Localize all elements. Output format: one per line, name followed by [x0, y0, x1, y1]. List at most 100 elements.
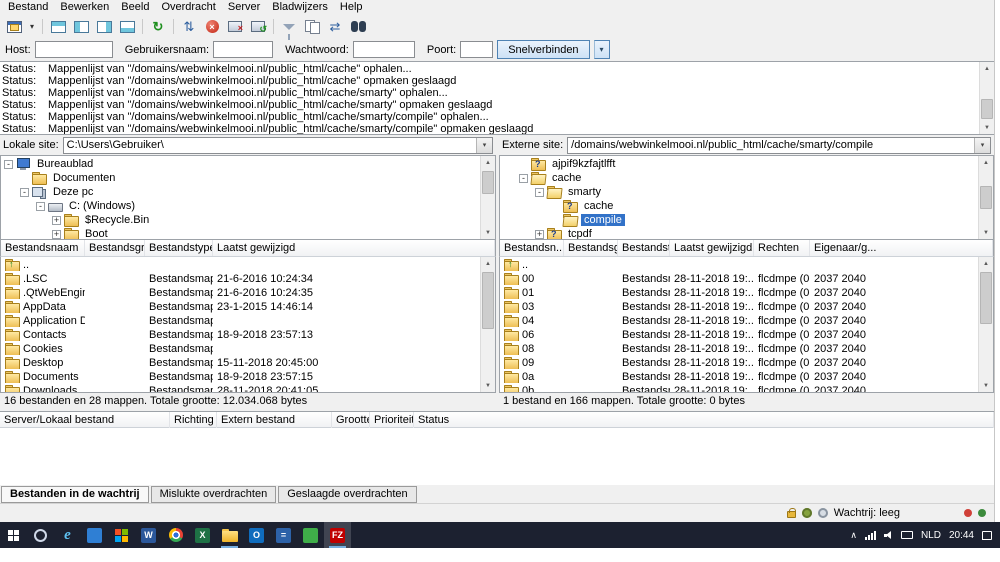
- scroll-thumb[interactable]: [482, 171, 494, 194]
- tree-item[interactable]: - cache: [500, 171, 993, 185]
- column-header-remote-file[interactable]: Extern bestand: [217, 411, 332, 428]
- scroll-track[interactable]: [481, 169, 495, 226]
- file-row[interactable]: 08 Bestandsm... 28-11-2018 19:... flcdmpe (…: [500, 342, 993, 356]
- expander-icon[interactable]: -: [519, 173, 528, 183]
- file-row[interactable]: 04 Bestandsm... 28-11-2018 19:... flcdmpe (…: [500, 314, 993, 328]
- tree-item[interactable]: ajpif9kzfajtlfft: [500, 157, 993, 171]
- quickconnect-button[interactable]: Snelverbinden: [497, 40, 590, 59]
- toggle-message-log-button[interactable]: [47, 17, 69, 37]
- port-input[interactable]: [460, 41, 494, 58]
- scroll-track[interactable]: [979, 169, 993, 226]
- file-row[interactable]: Downloads Bestandsmap 28-11-2018 20:41:05: [1, 384, 495, 392]
- gear-icon[interactable]: [801, 507, 812, 518]
- scroll-track[interactable]: [979, 270, 993, 379]
- remote-path-combo[interactable]: /domains/webwinkelmooi.nl/public_html/ca…: [567, 136, 991, 154]
- scroll-down-button[interactable]: [980, 121, 994, 134]
- tab-successful-transfers[interactable]: Geslaagde overdrachten: [278, 486, 417, 503]
- notification-center-icon[interactable]: [982, 530, 992, 540]
- local-tree-scrollbar[interactable]: [480, 156, 495, 239]
- file-row[interactable]: .LSC Bestandsmap 21-6-2016 10:24:34: [1, 272, 495, 286]
- password-input[interactable]: [352, 41, 415, 58]
- scroll-thumb[interactable]: [980, 272, 992, 325]
- column-header-modified[interactable]: Laatst gewijzigd: [213, 240, 495, 256]
- menu-server[interactable]: Server: [222, 0, 266, 15]
- taskbar-ms-apps[interactable]: [108, 522, 135, 548]
- taskbar-chrome[interactable]: [162, 522, 189, 548]
- file-row[interactable]: 01 Bestandsm... 28-11-2018 19:... flcdmpe (…: [500, 286, 993, 300]
- remote-files-scrollbar[interactable]: [978, 257, 993, 392]
- lock-icon[interactable]: [786, 507, 796, 518]
- menu-overdracht[interactable]: Overdracht: [155, 0, 221, 15]
- expander-icon[interactable]: -: [20, 187, 29, 197]
- expander-icon[interactable]: +: [535, 229, 544, 239]
- scroll-thumb[interactable]: [482, 272, 494, 329]
- file-row[interactable]: .QtWebEnginePr... Bestandsmap 21-6-2016 10…: [1, 286, 495, 300]
- tab-failed-transfers[interactable]: Mislukte overdrachten: [150, 486, 277, 503]
- username-input[interactable]: [213, 41, 274, 58]
- language-indicator[interactable]: NLD: [921, 530, 941, 541]
- tree-item[interactable]: + tcpdf: [500, 227, 993, 239]
- column-header-modified[interactable]: Laatst gewijzigd: [670, 240, 754, 256]
- menu-bewerken[interactable]: Bewerken: [54, 0, 115, 15]
- menu-beeld[interactable]: Beeld: [115, 0, 155, 15]
- site-manager-dropdown[interactable]: [26, 17, 38, 37]
- filter-button[interactable]: [278, 17, 300, 40]
- column-header-size[interactable]: Grootte: [332, 411, 370, 428]
- taskbar-internet-explorer[interactable]: e: [54, 522, 81, 548]
- scroll-up-button[interactable]: [481, 156, 495, 169]
- scroll-down-button[interactable]: [979, 379, 993, 392]
- taskbar-app-green[interactable]: [297, 522, 324, 548]
- scroll-thumb[interactable]: [980, 186, 992, 209]
- file-row[interactable]: ..: [1, 258, 495, 272]
- scroll-track[interactable]: [980, 75, 994, 121]
- taskbar-word[interactable]: W: [135, 522, 162, 548]
- remote-tree-scrollbar[interactable]: [978, 156, 993, 239]
- file-row[interactable]: ..: [500, 258, 993, 272]
- file-row[interactable]: Documents Bestandsmap 18-9-2018 23:57:15: [1, 370, 495, 384]
- file-row[interactable]: Application Data Bestandsmap: [1, 314, 495, 328]
- file-row[interactable]: 0a Bestandsm... 28-11-2018 19:... flcdmpe (…: [500, 370, 993, 384]
- quickconnect-dropdown[interactable]: [593, 40, 610, 59]
- synchronized-browsing-button[interactable]: [324, 17, 346, 37]
- column-header-type[interactable]: Bestandsty...: [618, 240, 670, 256]
- column-header-name[interactable]: Bestandsnaam: [1, 240, 85, 256]
- tray-chevron-icon[interactable]: [850, 529, 857, 541]
- chevron-down-icon[interactable]: [974, 137, 990, 153]
- expander-icon[interactable]: -: [36, 201, 45, 211]
- menu-bladwijzers[interactable]: Bladwijzers: [266, 0, 334, 15]
- start-button[interactable]: [0, 522, 27, 548]
- tree-item[interactable]: - smarty: [500, 185, 993, 199]
- menu-help[interactable]: Help: [334, 0, 369, 15]
- scroll-down-button[interactable]: [979, 226, 993, 239]
- tree-item[interactable]: Documenten: [1, 171, 495, 185]
- file-row[interactable]: Contacts Bestandsmap 18-9-2018 23:57:13: [1, 328, 495, 342]
- toggle-queue-button[interactable]: [116, 17, 138, 37]
- taskbar-filezilla[interactable]: FZ: [324, 522, 351, 548]
- expander-icon[interactable]: -: [535, 187, 544, 197]
- tree-item[interactable]: compile: [500, 213, 993, 227]
- refresh-button[interactable]: [147, 17, 169, 37]
- clock[interactable]: 20:44: [949, 530, 974, 541]
- site-manager-button[interactable]: [3, 17, 25, 37]
- network-icon[interactable]: [864, 530, 876, 540]
- expander-icon[interactable]: -: [4, 159, 13, 169]
- scroll-thumb[interactable]: [981, 98, 993, 119]
- scroll-up-button[interactable]: [980, 62, 994, 75]
- taskbar-outlook[interactable]: O: [243, 522, 270, 548]
- scroll-up-button[interactable]: [979, 156, 993, 169]
- taskbar-calculator[interactable]: =: [270, 522, 297, 548]
- tree-item[interactable]: + Boot: [1, 227, 495, 239]
- column-header-size[interactable]: Bestandsg...: [564, 240, 618, 256]
- host-input[interactable]: [34, 41, 113, 58]
- column-header-owner[interactable]: Eigenaar/g...: [810, 240, 993, 256]
- column-header-server-local[interactable]: Server/Lokaal bestand: [0, 411, 170, 428]
- menu-bestand[interactable]: Bestand: [2, 0, 54, 15]
- tree-item[interactable]: - Bureaublad: [1, 157, 495, 171]
- file-row[interactable]: 03 Bestandsm... 28-11-2018 19:... flcdmpe (…: [500, 300, 993, 314]
- toggle-local-tree-button[interactable]: [70, 17, 92, 37]
- file-row[interactable]: 09 Bestandsm... 28-11-2018 19:... flcdmpe (…: [500, 356, 993, 370]
- taskbar-app-blue[interactable]: [81, 522, 108, 548]
- tab-queued-files[interactable]: Bestanden in de wachtrij: [1, 486, 149, 503]
- taskbar-search-button[interactable]: [27, 522, 54, 548]
- tree-item[interactable]: - C: (Windows): [1, 199, 495, 213]
